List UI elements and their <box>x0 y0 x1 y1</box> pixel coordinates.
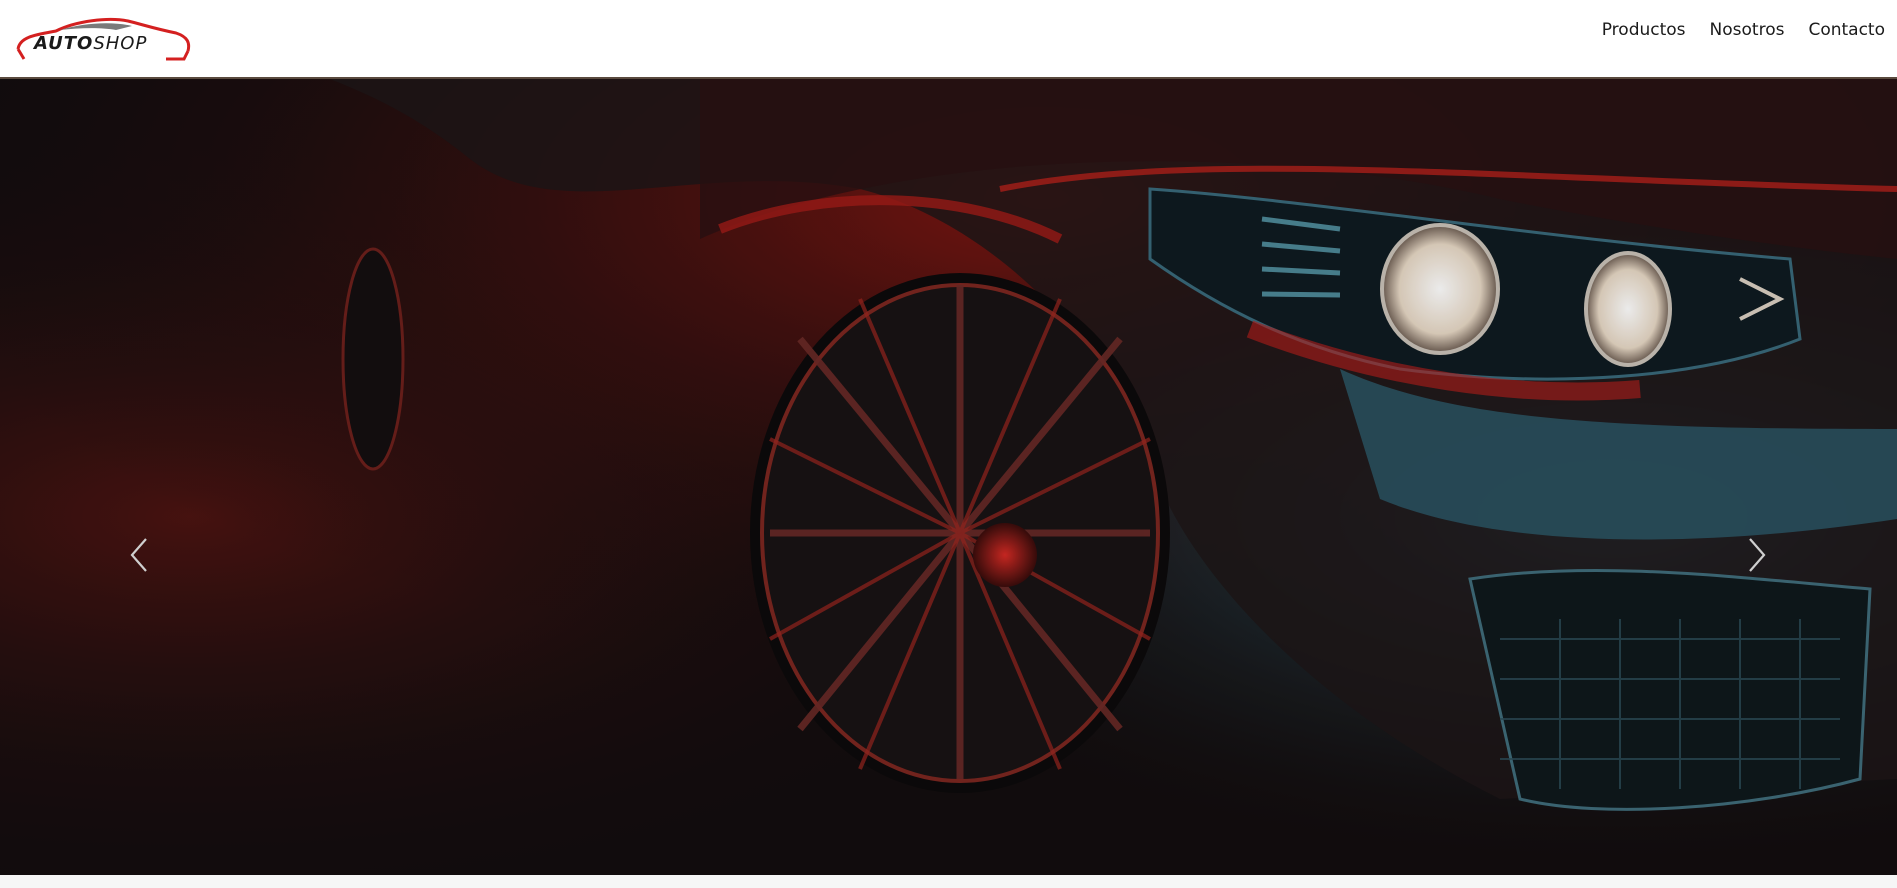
main-nav: Productos Nosotros Contacto <box>1602 19 1885 41</box>
nav-link-contacto[interactable]: Contacto <box>1808 19 1885 41</box>
carousel-prev-button[interactable] <box>110 525 170 585</box>
nav-link-nosotros[interactable]: Nosotros <box>1710 19 1785 41</box>
hero-car-image <box>0 79 1897 875</box>
autoshop-logo[interactable]: AUTOSHOP <box>16 15 192 63</box>
logo-wordmark: AUTOSHOP <box>34 33 148 54</box>
chevron-left-icon <box>130 538 147 572</box>
page-bottom-strip <box>0 875 1897 888</box>
carousel-next-button[interactable] <box>1726 525 1786 585</box>
chevron-right-icon <box>1749 538 1766 572</box>
top-navbar: AUTOSHOP Productos Nosotros Contacto <box>0 0 1897 79</box>
hero-carousel <box>0 79 1897 875</box>
nav-link-productos[interactable]: Productos <box>1602 19 1686 41</box>
